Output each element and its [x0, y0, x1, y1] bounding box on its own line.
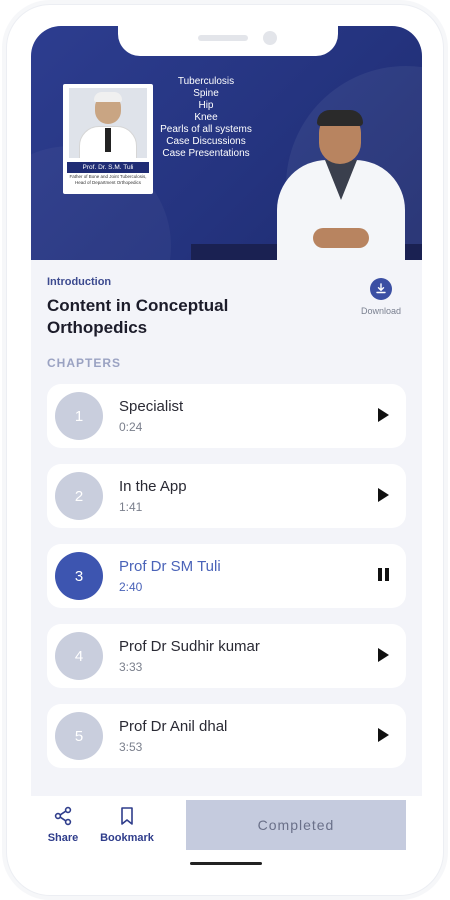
bookmark-button[interactable]: Bookmark [95, 806, 159, 844]
home-indicator [190, 862, 262, 865]
chapter-number: 3 [55, 552, 103, 600]
chapter-list: 1 Specialist 0:24 2 In the App 1:41 3 Pr… [47, 384, 406, 784]
download-button[interactable] [370, 278, 392, 300]
chapter-name: Specialist [119, 398, 184, 415]
video-player[interactable]: Tuberculosis Spine Hip Knee Pearls of al… [31, 26, 422, 260]
play-button[interactable] [378, 488, 392, 504]
chapter-duration: 0:24 [119, 420, 143, 434]
chapter-item-active[interactable]: 3 Prof Dr SM Tuli 2:40 [47, 544, 406, 608]
chapter-duration: 3:53 [119, 740, 143, 754]
video-topic: Case Discussions [166, 136, 246, 147]
chapter-number: 4 [55, 632, 103, 680]
play-button[interactable] [378, 728, 392, 744]
pause-button[interactable] [378, 568, 392, 584]
chapter-duration: 2:40 [119, 580, 143, 594]
download-icon [376, 283, 386, 294]
chapter-item[interactable]: 2 In the App 1:41 [47, 464, 406, 528]
bookmark-icon [121, 807, 133, 825]
phone-notch [118, 26, 338, 56]
professor-card: Prof. Dr. S.M. Tuli Father of Bone and J… [63, 84, 153, 194]
professor-photo [69, 88, 147, 158]
chapter-name: Prof Dr Anil dhal [119, 718, 228, 735]
bookmark-label: Bookmark [100, 832, 154, 844]
chapter-duration: 3:33 [119, 660, 143, 674]
speaker-grille [198, 35, 248, 41]
play-icon [378, 488, 389, 502]
video-topic-list: Tuberculosis Spine Hip Knee Pearls of al… [141, 76, 271, 160]
video-topic: Knee [194, 112, 218, 123]
lesson-content: Introduction Content in Conceptual Ortho… [31, 260, 422, 858]
play-icon [378, 408, 389, 422]
chapter-item[interactable]: 4 Prof Dr Sudhir kumar 3:33 [47, 624, 406, 688]
professor-card-name: Prof. Dr. S.M. Tuli [67, 162, 149, 173]
professor-card-subtitle: Father of Bone and Joint Tuberculosis, H… [69, 174, 147, 185]
chapter-duration: 1:41 [119, 500, 143, 514]
chapter-item[interactable]: 1 Specialist 0:24 [47, 384, 406, 448]
play-icon [378, 728, 389, 742]
chapter-number: 5 [55, 712, 103, 760]
chapter-name: In the App [119, 478, 187, 495]
video-topic: Pearls of all systems [160, 124, 252, 135]
share-label: Share [47, 832, 79, 844]
video-topic: Hip [198, 100, 214, 111]
presenter-figure [267, 110, 417, 260]
chapter-item[interactable]: 5 Prof Dr Anil dhal 3:53 [47, 704, 406, 768]
video-topic: Case Presentations [162, 148, 250, 159]
share-button[interactable]: Share [33, 806, 93, 844]
completed-button[interactable]: Completed [186, 800, 406, 850]
video-topic: Tuberculosis [177, 76, 235, 87]
play-button[interactable] [378, 408, 392, 424]
chapter-name: Prof Dr Sudhir kumar [119, 638, 260, 655]
chapter-number: 1 [55, 392, 103, 440]
play-button[interactable] [378, 648, 392, 664]
chapter-number: 2 [55, 472, 103, 520]
chapters-heading: CHAPTERS [47, 356, 122, 370]
lesson-title: Content in Conceptual Orthopedics [47, 296, 229, 337]
pause-icon [378, 568, 392, 581]
front-camera [263, 31, 277, 45]
bottom-action-bar: Share Bookmark Completed [31, 796, 422, 858]
app-screen: Tuberculosis Spine Hip Knee Pearls of al… [31, 26, 422, 858]
play-icon [378, 648, 389, 662]
section-label: Introduction [47, 276, 112, 288]
share-icon [54, 806, 72, 826]
video-topic: Spine [193, 88, 219, 99]
download-label: Download [360, 306, 402, 316]
chapter-name: Prof Dr SM Tuli [119, 558, 221, 575]
